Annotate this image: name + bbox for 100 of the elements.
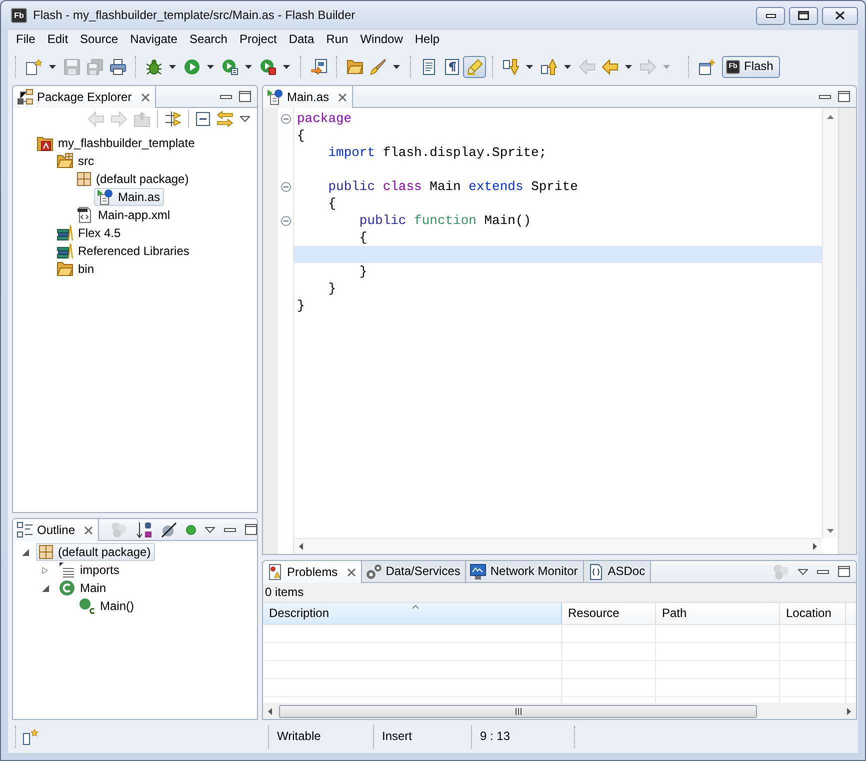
- grip-icon: [514, 708, 522, 714]
- view-tab[interactable]: Data/Services: [362, 561, 466, 582]
- package-icon: [77, 172, 91, 186]
- vertical-scrollbar[interactable]: [822, 108, 838, 538]
- close-icon: [140, 92, 150, 102]
- menu-item[interactable]: File: [10, 30, 42, 49]
- code-line: }: [358, 263, 368, 280]
- menu-item[interactable]: Project: [233, 30, 283, 49]
- view-menu-button[interactable]: [205, 526, 216, 532]
- view-menu-button[interactable]: [798, 568, 808, 574]
- close-button[interactable]: [822, 6, 858, 24]
- package-icon: [39, 545, 53, 559]
- maximize-button[interactable]: [838, 566, 850, 577]
- menu-item[interactable]: Help: [408, 30, 446, 49]
- project-folder-icon: [37, 135, 53, 151]
- toolbar-button[interactable]: [165, 111, 181, 127]
- tree-item[interactable]: Main.as: [94, 188, 164, 206]
- document-lines-icon: [420, 58, 436, 74]
- tree-item[interactable]: Main: [56, 579, 110, 597]
- scrollbar-thumb[interactable]: [279, 704, 757, 718]
- books-icon: [57, 225, 73, 241]
- gears-icon: [366, 564, 382, 580]
- maximize-button[interactable]: [245, 524, 257, 535]
- view-menu-icon: [798, 568, 808, 574]
- books-icon: [57, 243, 73, 259]
- code-line: {: [296, 127, 306, 144]
- minimize-button[interactable]: [756, 6, 785, 24]
- toolbar-button[interactable]: [161, 522, 178, 538]
- arrow-left-icon: [268, 708, 272, 714]
- tree-arrow-icon[interactable]: [42, 584, 49, 592]
- printer-icon: [110, 58, 126, 74]
- horizontal-scrollbar[interactable]: [263, 703, 856, 719]
- script-file-icon: [97, 189, 113, 205]
- bug-icon: [146, 58, 162, 74]
- tree-item[interactable]: (default package): [74, 170, 193, 188]
- view-tab[interactable]: Network Monitor: [466, 561, 584, 582]
- close-tab-button[interactable]: [84, 526, 94, 534]
- code-line: {: [358, 229, 368, 246]
- maximize-button[interactable]: [789, 6, 818, 24]
- minimize-button[interactable]: [220, 94, 232, 98]
- view-tab[interactable]: Package Explorer: [13, 86, 156, 108]
- view-tab[interactable]: Problems: [263, 561, 362, 583]
- minimize-button[interactable]: [817, 570, 829, 574]
- source-folder-icon: [57, 153, 73, 169]
- tree-item[interactable]: bin: [54, 260, 98, 278]
- window-title: Flash - my_flashbuilder_template/src/Main.as - Flash Builder: [33, 8, 356, 23]
- tree-item[interactable]: src: [54, 152, 98, 170]
- close-tab-button[interactable]: [338, 92, 348, 102]
- menu-item[interactable]: Source: [74, 30, 124, 49]
- tree-item[interactable]: Flex 4.5: [54, 224, 125, 242]
- fold-icon[interactable]: [281, 216, 291, 226]
- caret-icon: [283, 64, 290, 68]
- play-list-icon: [222, 58, 238, 74]
- highlighter-icon: [466, 58, 482, 74]
- collapse-all-icon: [196, 112, 210, 126]
- class-icon: [59, 580, 75, 596]
- toolbar-button[interactable]: [136, 522, 152, 538]
- menu-item[interactable]: Window: [354, 30, 409, 49]
- view-menu-icon: [205, 526, 216, 532]
- menu-item[interactable]: Data: [282, 30, 320, 49]
- maximize-icon: [798, 11, 809, 20]
- tree-item[interactable]: Referenced Libraries: [54, 242, 194, 260]
- fold-icon[interactable]: [281, 182, 291, 192]
- maximize-button[interactable]: [239, 91, 251, 102]
- close-tab-button[interactable]: [346, 568, 356, 576]
- window-star-icon: [23, 728, 39, 744]
- column-header[interactable]: Description: [263, 603, 562, 624]
- caret-icon: [625, 64, 632, 68]
- menu-item[interactable]: Navigate: [124, 30, 184, 49]
- code-line: }: [296, 297, 306, 314]
- maximize-button[interactable]: [838, 91, 850, 102]
- tree-item[interactable]: my_flashbuilder_template: [34, 134, 199, 152]
- column-header[interactable]: Path: [656, 603, 780, 624]
- fast-view-button[interactable]: [23, 728, 39, 744]
- toolbar-button[interactable]: [196, 112, 210, 126]
- column-header[interactable]: Resource: [562, 603, 656, 624]
- swap-arrows-icon: [217, 111, 233, 127]
- view-tab[interactable]: ASDoc: [584, 561, 652, 582]
- tree-item[interactable]: Main(): [76, 597, 138, 615]
- minimize-button[interactable]: [224, 528, 236, 532]
- brush-icon: [370, 58, 386, 74]
- menu-item[interactable]: Run: [320, 30, 354, 49]
- view-menu-button[interactable]: [240, 116, 250, 122]
- caret-icon: [169, 64, 176, 68]
- tree-item[interactable]: (default package): [36, 543, 155, 561]
- close-tab-button[interactable]: [140, 92, 150, 102]
- horizontal-scrollbar[interactable]: [294, 538, 822, 554]
- menu-item[interactable]: Search: [183, 30, 234, 49]
- page-markers-icon: [267, 564, 283, 580]
- menu-item[interactable]: Edit: [41, 30, 74, 49]
- tree-item[interactable]: Main-app.xml: [74, 206, 174, 224]
- code-line: {: [327, 195, 338, 212]
- fold-icon[interactable]: [281, 114, 291, 124]
- column-header[interactable]: Location: [780, 603, 846, 624]
- minimize-button[interactable]: [819, 94, 831, 98]
- view-tab[interactable]: Outline: [13, 519, 100, 541]
- tree-arrow-icon[interactable]: [22, 548, 29, 556]
- circles-icon: [773, 564, 789, 580]
- view-tab[interactable]: Main.as: [263, 86, 354, 108]
- tree-item[interactable]: imports: [56, 561, 124, 579]
